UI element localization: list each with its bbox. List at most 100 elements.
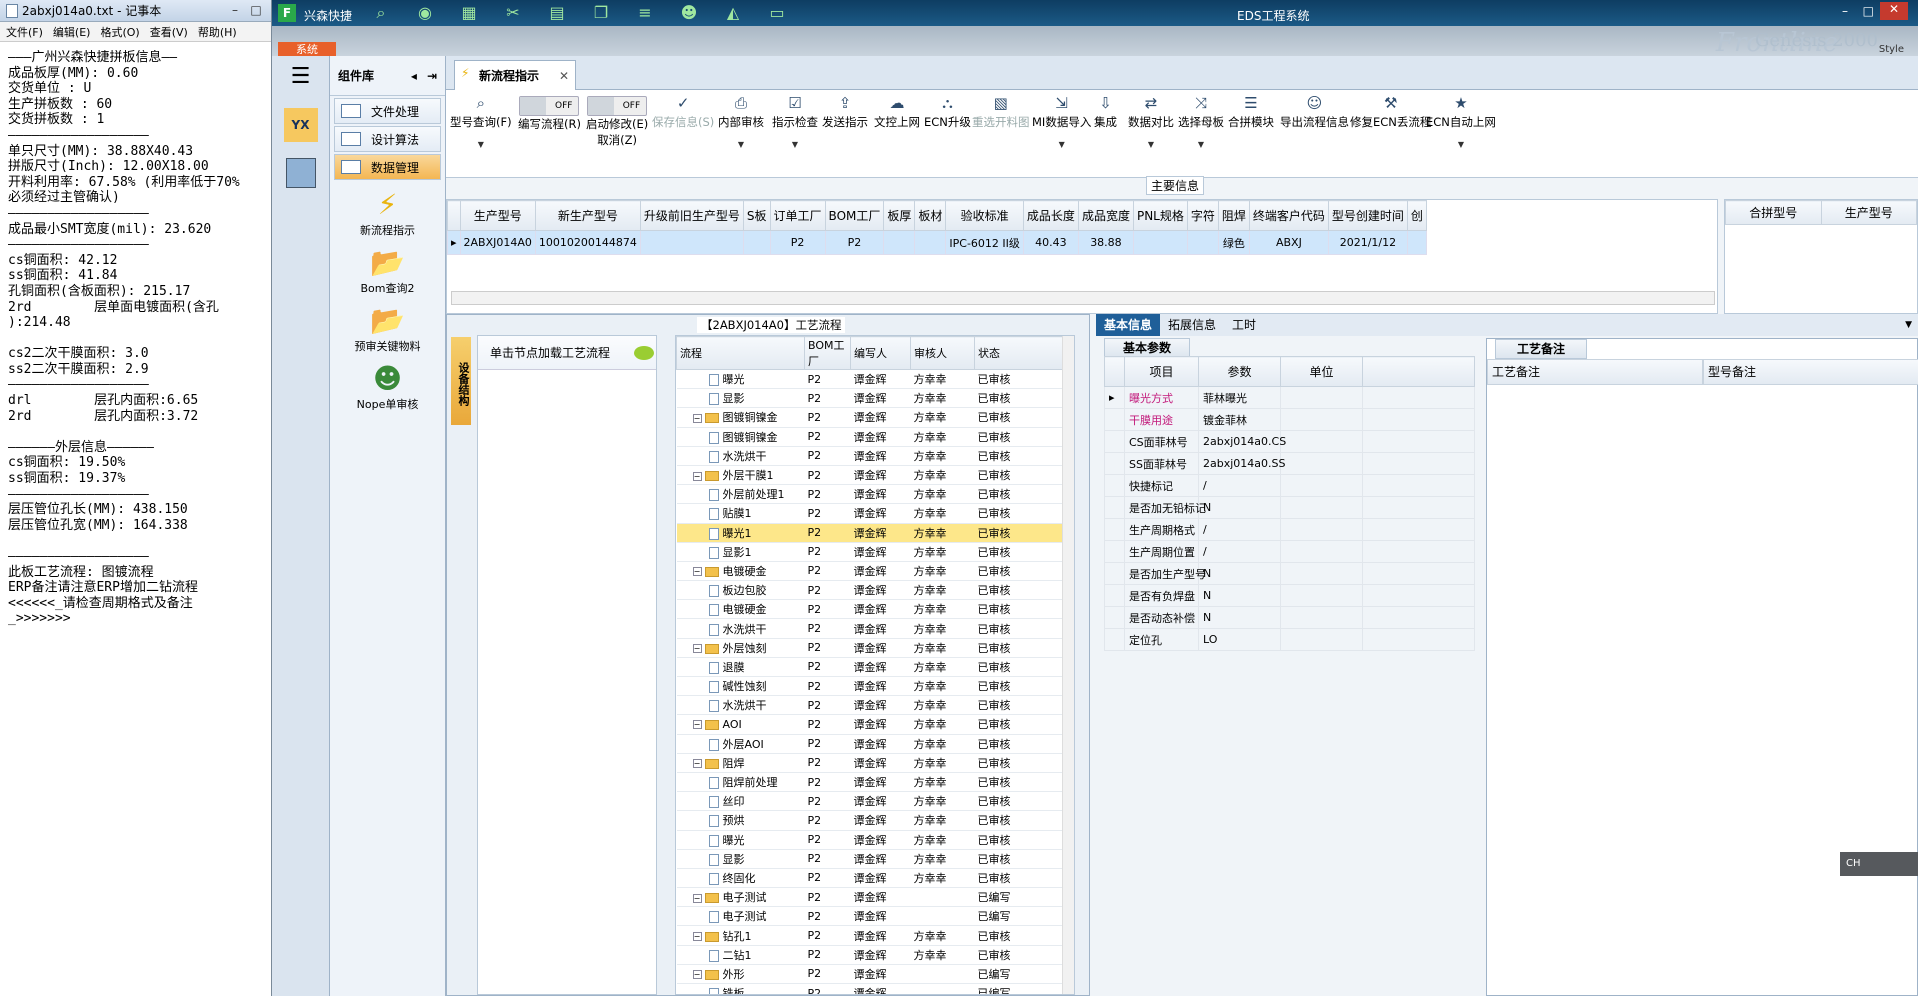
- toolbar-button[interactable]: ⇲ MI数据导入 ▼: [1032, 94, 1091, 149]
- library-item[interactable]: 文件处理: [334, 98, 441, 124]
- param-row[interactable]: 快捷标记 /: [1104, 474, 1475, 497]
- minimize-icon[interactable]: –: [226, 3, 244, 19]
- param-row[interactable]: 是否有负焊盘 N: [1104, 584, 1475, 607]
- yx-module-icon[interactable]: YX: [283, 108, 318, 142]
- toolbar-button[interactable]: ⛬ ECN升级: [924, 94, 971, 130]
- horizontal-scrollbar[interactable]: [451, 291, 1715, 305]
- toolbar-button[interactable]: OFF 编写流程(R): [518, 94, 581, 132]
- tree-row[interactable]: − 外层蚀刻 P2 谭金辉 方幸幸 已审核: [676, 638, 1065, 658]
- column-header[interactable]: BOM工厂: [804, 336, 851, 370]
- copy-icon[interactable]: ❐: [590, 4, 612, 22]
- param-value[interactable]: /: [1198, 518, 1281, 541]
- right-tab[interactable]: 基本信息: [1096, 314, 1161, 336]
- collapse-icon[interactable]: −: [692, 567, 702, 577]
- tree-row[interactable]: 外层AOI P2 谭金辉 方幸幸 已审核: [676, 734, 1065, 754]
- tree-row[interactable]: 贴膜1 P2 谭金辉 方幸幸 已审核: [676, 503, 1065, 524]
- column-header[interactable]: 板材: [914, 200, 947, 231]
- param-row[interactable]: 干膜用途 镀金菲林: [1104, 408, 1475, 431]
- toolbar-button[interactable]: OFF 启动修改(E) 取消(Z): [586, 94, 648, 148]
- menu-item[interactable]: 格式(O): [100, 24, 139, 40]
- column-header[interactable]: 验收标准: [945, 200, 1024, 231]
- vertical-tab-equipment[interactable]: 设备结构: [451, 337, 471, 425]
- param-row[interactable]: 是否加无铅标记 N: [1104, 496, 1475, 519]
- tree-row[interactable]: 曝光 P2 谭金辉 方幸幸 已审核: [676, 830, 1065, 850]
- tab-new-process[interactable]: ⚡ 新流程指示 ✕: [454, 60, 576, 90]
- collapse-icon[interactable]: −: [692, 720, 702, 730]
- tree-row[interactable]: − 阻焊 P2 谭金辉 方幸幸 已审核: [676, 753, 1065, 773]
- param-row[interactable]: 是否加生产型号 N: [1104, 562, 1475, 585]
- close-icon[interactable]: ✕: [559, 69, 569, 83]
- param-row[interactable]: 是否动态补偿 N: [1104, 606, 1475, 629]
- column-header[interactable]: BOM工厂: [824, 200, 885, 231]
- tree-row[interactable]: − 电镀硬金 P2 谭金辉 方幸幸 已审核: [676, 561, 1065, 582]
- notepad-text[interactable]: ———广州兴森快捷拼板信息—— 成品板厚(MM): 0.60 交货单位 : U 生产拼…: [8, 50, 270, 627]
- arrow-left-icon[interactable]: ◂: [411, 69, 417, 83]
- tree-row[interactable]: 预烘 P2 谭金辉 方幸幸 已审核: [676, 810, 1065, 831]
- tree-row[interactable]: 退膜 P2 谭金辉 方幸幸 已审核: [676, 657, 1065, 678]
- tree-row[interactable]: 外层前处理1 P2 谭金辉 方幸幸 已审核: [676, 484, 1065, 505]
- column-header[interactable]: PNL规格: [1132, 200, 1188, 231]
- right-tab[interactable]: 工时: [1224, 314, 1264, 336]
- param-row[interactable]: 生产周期格式 /: [1104, 518, 1475, 541]
- tree-row[interactable]: − 电子测试 P2 谭金辉 已编写: [676, 887, 1065, 908]
- column-header[interactable]: 生产型号: [1820, 200, 1917, 225]
- tree-row[interactable]: 终固化 P2 谭金辉 方幸幸 已审核: [676, 868, 1065, 889]
- tool-item[interactable]: ⚡ 新流程指示: [330, 188, 445, 238]
- column-header[interactable]: 升级前旧生产型号: [639, 200, 744, 231]
- collapse-icon[interactable]: −: [692, 759, 702, 769]
- toggle-switch[interactable]: OFF: [587, 96, 648, 116]
- maximize-icon[interactable]: □: [1863, 4, 1874, 18]
- column-header[interactable]: 工艺备注: [1487, 359, 1703, 385]
- chart-icon[interactable]: ◭: [722, 4, 744, 22]
- tree-row[interactable]: 二钻1 P2 谭金辉 方幸幸 已审核: [676, 945, 1065, 965]
- menu-item[interactable]: 文件(F): [6, 24, 43, 40]
- column-header[interactable]: 阻焊: [1217, 200, 1250, 231]
- menu-item[interactable]: 帮助(H): [198, 24, 237, 40]
- menu-item[interactable]: 查看(V): [150, 24, 188, 40]
- search-icon[interactable]: ⌕: [370, 4, 392, 22]
- library-item[interactable]: 设计算法: [334, 126, 441, 152]
- close-icon[interactable]: ✕: [1880, 2, 1908, 20]
- param-row[interactable]: SS面菲林号 2abxj014a0.SS: [1104, 452, 1475, 475]
- column-header[interactable]: 生产型号: [459, 200, 536, 231]
- column-header[interactable]: 成品宽度: [1077, 200, 1134, 231]
- scissors-icon[interactable]: ✂: [502, 4, 524, 22]
- vertical-scrollbar[interactable]: [1062, 336, 1074, 994]
- param-row[interactable]: 定位孔 LO: [1104, 628, 1475, 651]
- toolbar-button[interactable]: ⚒ 修复ECN丢流程: [1350, 94, 1431, 130]
- column-header[interactable]: 新生产型号: [534, 200, 641, 231]
- toolbar-button[interactable]: ▧ 重选开料图: [972, 94, 1030, 130]
- tool-item[interactable]: ☻ Nope单审核: [330, 362, 445, 412]
- tree-row[interactable]: 曝光 P2 谭金辉 方幸幸 已审核: [676, 369, 1065, 390]
- column-header[interactable]: 型号备注: [1703, 359, 1918, 385]
- hint-row[interactable]: 单击节点加载工艺流程: [478, 336, 656, 370]
- tree-row[interactable]: − 钻孔1 P2 谭金辉 方幸幸 已审核: [676, 925, 1065, 946]
- tree-row[interactable]: − 外形 P2 谭金辉 已编写: [676, 964, 1065, 985]
- param-value[interactable]: N: [1198, 606, 1281, 629]
- param-row[interactable]: CS面菲林号 2abxj014a0.CS: [1104, 430, 1475, 453]
- tree-row[interactable]: 电镀硬金 P2 谭金辉 方幸幸 已审核: [676, 599, 1065, 620]
- param-row[interactable]: ▸ 曝光方式 菲林曝光: [1104, 386, 1475, 409]
- column-header[interactable]: 型号创建时间: [1327, 200, 1408, 231]
- collapse-icon[interactable]: −: [692, 413, 702, 423]
- tree-row[interactable]: − AOI P2 谭金辉 方幸幸 已审核: [676, 714, 1065, 735]
- collapse-icon[interactable]: −: [692, 932, 702, 942]
- column-header[interactable]: 编写人: [850, 336, 911, 370]
- ime-indicator[interactable]: CH: [1840, 852, 1918, 876]
- menu-item[interactable]: 编辑(E): [53, 24, 91, 40]
- column-header[interactable]: 单位: [1280, 356, 1363, 387]
- tree-row[interactable]: 丝印 P2 谭金辉 方幸幸 已审核: [676, 791, 1065, 812]
- toolbar-button[interactable]: ☁ 文控上网: [874, 94, 920, 130]
- toolbar-button[interactable]: ☑ 指示检查 ▼: [772, 94, 818, 149]
- column-header[interactable]: 字符: [1186, 200, 1219, 231]
- toolbar-button[interactable]: ☺ 导出流程信息: [1280, 94, 1349, 130]
- tool-item[interactable]: 📂 Bom查询2: [330, 246, 445, 296]
- film-icon[interactable]: ▤: [546, 4, 568, 22]
- tree-row[interactable]: − 外层干膜1 P2 谭金辉 方幸幸 已审核: [676, 465, 1065, 486]
- column-header[interactable]: 参数: [1198, 356, 1281, 387]
- toolbar-button[interactable]: ⇩ 集成: [1094, 94, 1117, 130]
- column-header[interactable]: S板: [742, 200, 771, 231]
- tree-row[interactable]: 铣板 P2 谭金辉 已编写: [676, 983, 1065, 994]
- list-icon[interactable]: ≡: [634, 4, 656, 22]
- style-menu[interactable]: Style: [1879, 44, 1904, 55]
